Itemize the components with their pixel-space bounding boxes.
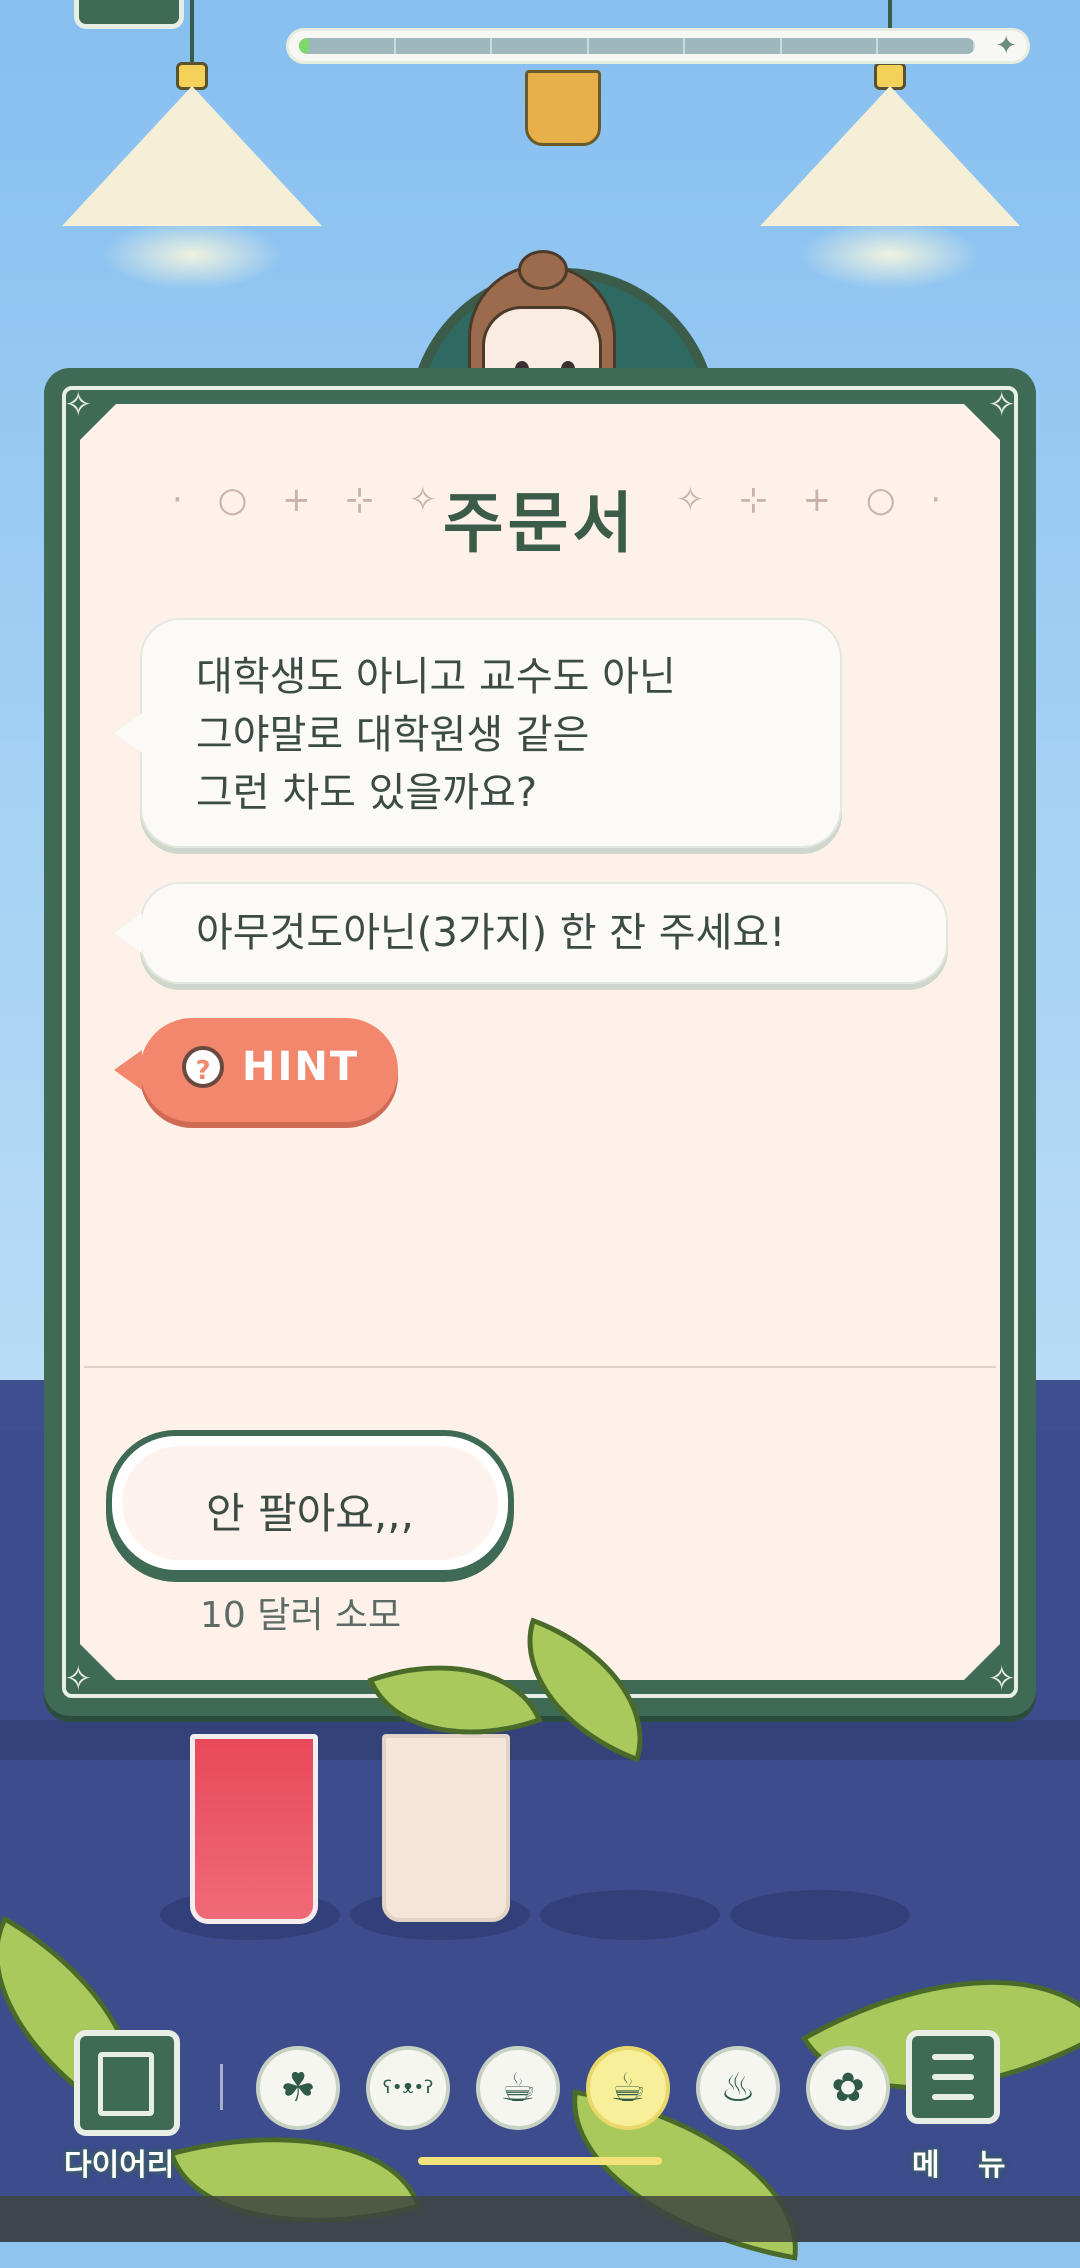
corner-star-icon: ✧ (64, 1659, 93, 1699)
sparkle-icon: ✦ (995, 31, 1017, 61)
refuse-cost-text: 10 달러 소모 (200, 1595, 402, 1636)
card-divider (84, 1366, 996, 1368)
refuse-label: 안 팔아요,,, (206, 1489, 414, 1538)
progress-bar: ✦ (286, 28, 1030, 64)
speech-bubble-order: 아무것도아닌(3가지) 한 잔 주세요! (114, 882, 948, 984)
request-text: 대학생도 아니고 교수도 아닌 그야말로 대학원생 같은 그런 차도 있을까요? (196, 654, 676, 816)
diary-label: 다이어리 (64, 2148, 175, 2183)
corner-star-icon: ✧ (987, 1659, 1017, 1699)
teapot-icon: ♨ (720, 2065, 756, 2111)
refuse-button[interactable]: 안 팔아요,,, (106, 1430, 514, 1576)
title-decoration-right: ✧ ⊹ + ○ · (676, 480, 954, 520)
counter-shadow (0, 1720, 1080, 1760)
red-tea-drink[interactable] (190, 1734, 318, 1924)
menu-label: 메 뉴 (912, 2148, 1020, 2183)
hint-button[interactable]: ? HINT (114, 1018, 398, 1122)
cup-icon-selected: ☕ (610, 2065, 646, 2111)
drink-shadow (540, 1890, 720, 1940)
category-button[interactable]: ☕ (476, 2046, 560, 2130)
progress-track (299, 38, 975, 54)
hanging-plant-pot (525, 70, 601, 146)
hamburger-line (932, 2074, 974, 2080)
plant-icon: ✿ (831, 2065, 865, 2111)
hint-label: HINT (242, 1044, 360, 1090)
category-button[interactable]: ☘ (256, 2046, 340, 2130)
diary-button[interactable] (74, 2030, 180, 2136)
category-button[interactable]: ✿ (806, 2046, 890, 2130)
progress-fill (299, 38, 310, 54)
book-icon (98, 2052, 154, 2116)
category-button[interactable]: ʕ•ᴥ•ʔ (366, 2046, 450, 2130)
order-text: 아무것도아닌(3가지) 한 잔 주세요! (196, 910, 786, 956)
cup-icon: ☕ (500, 2065, 536, 2111)
drink-shadow (730, 1890, 910, 1940)
hamburger-line (932, 2094, 974, 2100)
menu-button[interactable] (906, 2030, 1000, 2124)
hamburger-icon (932, 2054, 974, 2060)
corner-star-icon: ✧ (987, 385, 1017, 425)
corner-star-icon: ✧ (64, 385, 93, 425)
latte-drink[interactable] (382, 1734, 510, 1922)
home-indicator[interactable] (418, 2157, 662, 2165)
category-button[interactable]: ☕ (586, 2046, 670, 2130)
leaf-tea-icon: ☘ (280, 2065, 316, 2111)
bottom-shade (0, 2196, 1080, 2242)
category-button[interactable]: ♨ (696, 2046, 780, 2130)
speech-bubble-request: 대학생도 아니고 교수도 아닌 그야말로 대학원생 같은 그런 차도 있을까요? (114, 618, 842, 848)
bear-icon: ʕ•ᴥ•ʔ (382, 2077, 434, 2098)
nav-separator (220, 2064, 223, 2110)
ceiling-lamp-left (62, 0, 322, 290)
magnifier-question-icon: ? (182, 1046, 224, 1088)
